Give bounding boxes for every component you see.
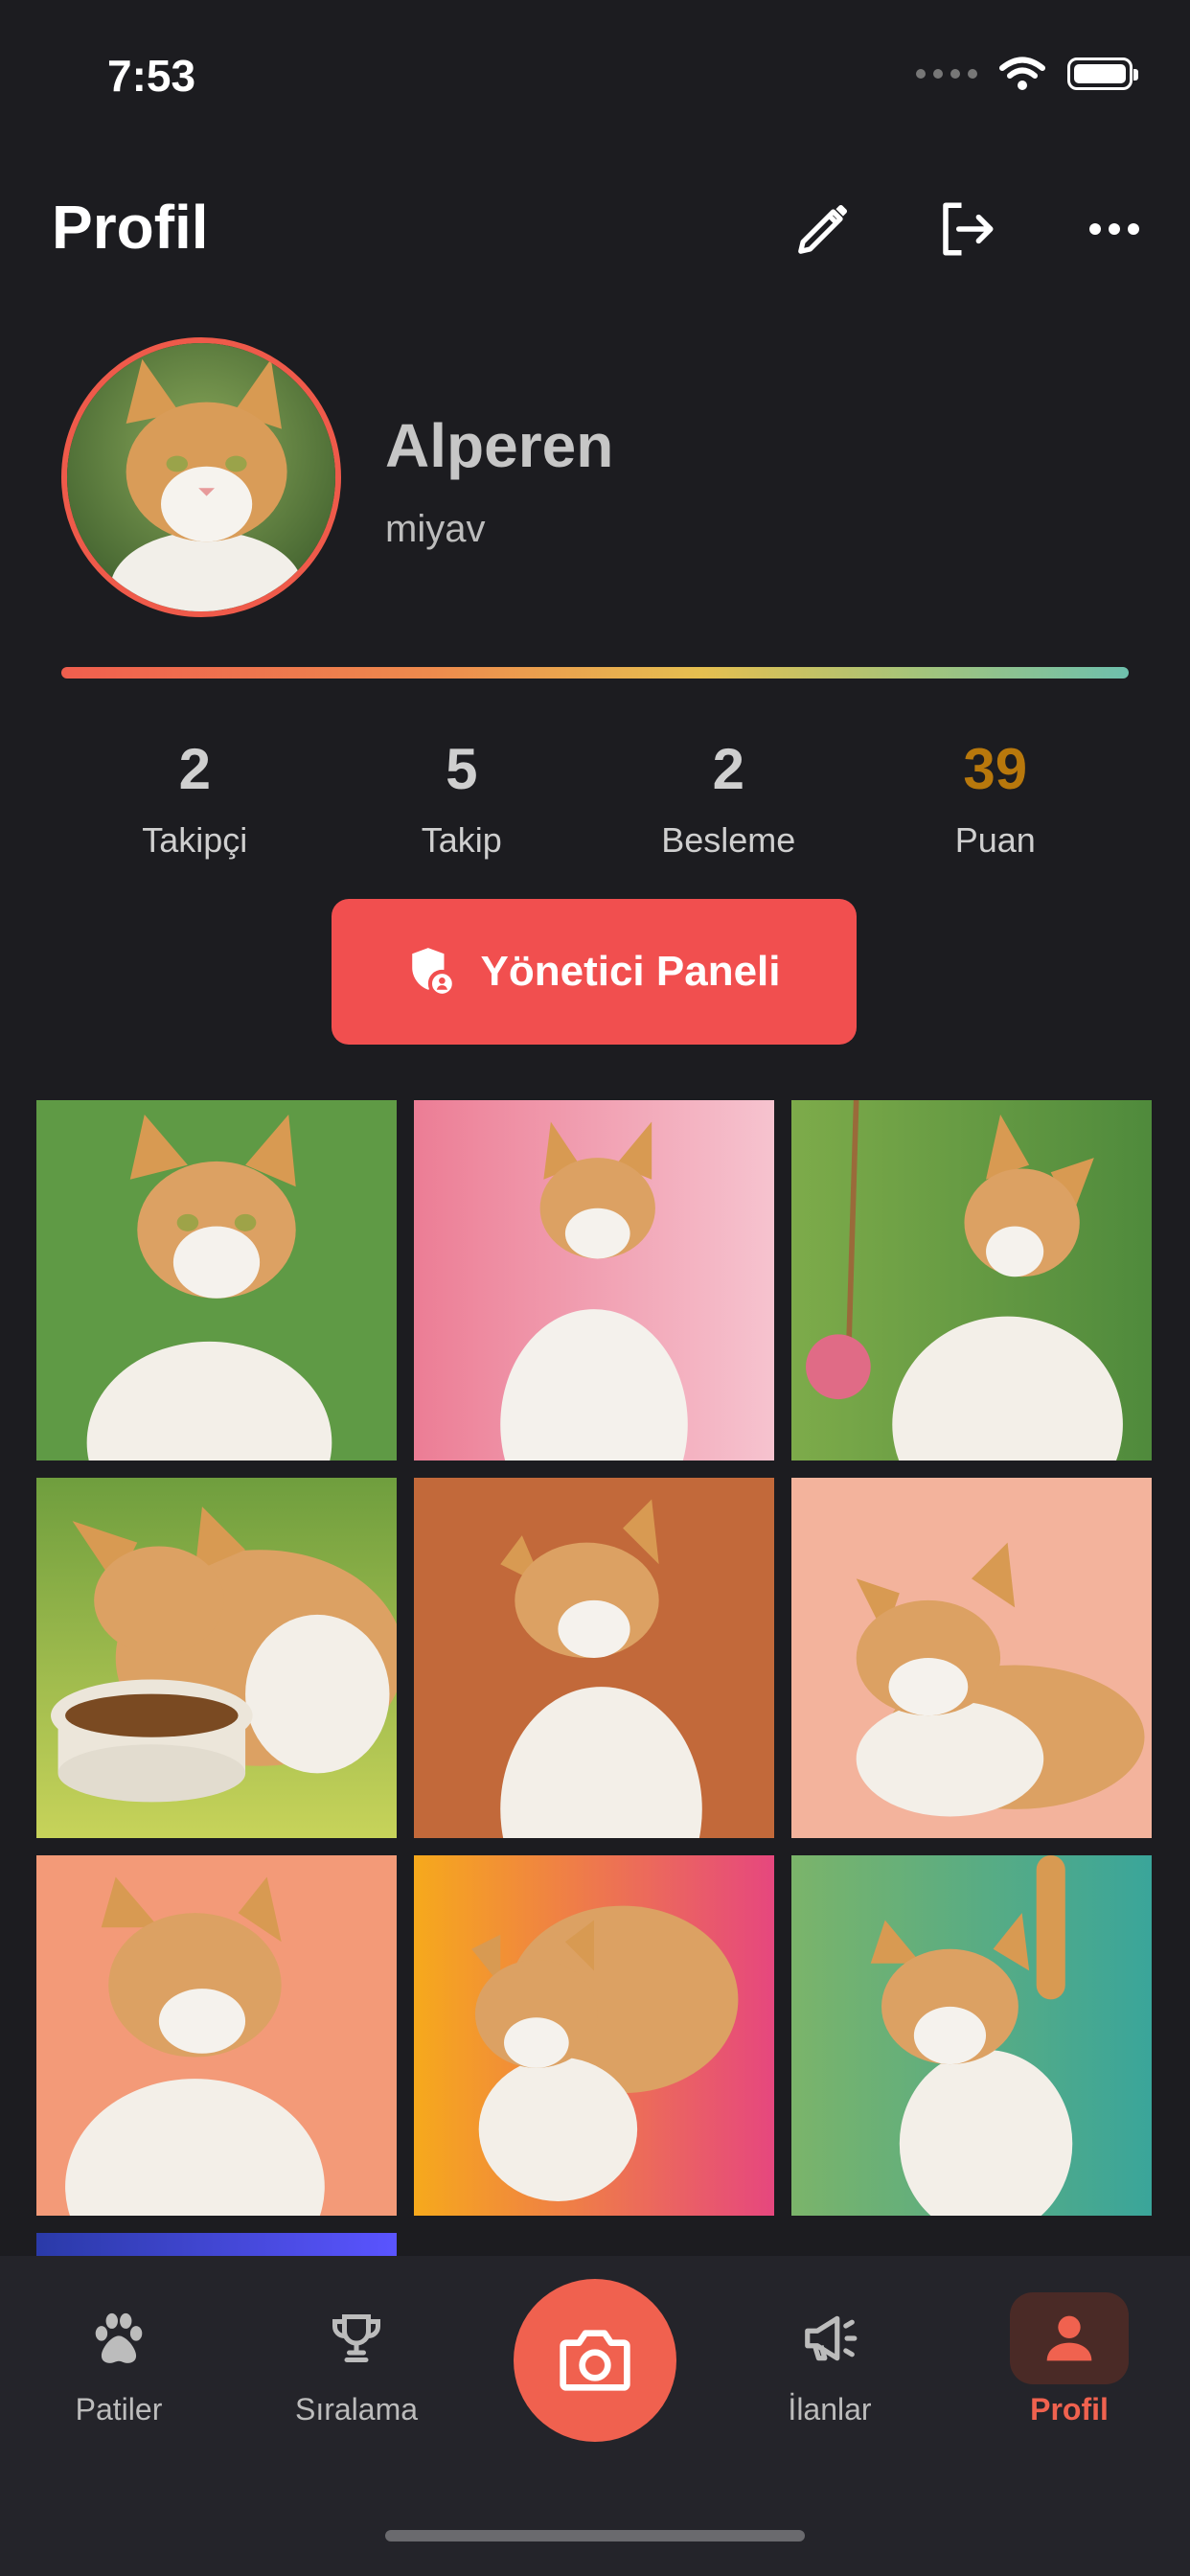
tab-siralama[interactable]: Sıralama <box>261 2300 452 2427</box>
stats-row: 2 Takipçi 5 Takip 2 Besleme 39 Puan <box>61 736 1129 861</box>
edit-button[interactable] <box>790 196 857 263</box>
tab-label: Patiler <box>75 2392 163 2426</box>
photo-tile[interactable] <box>36 1478 397 1838</box>
tab-patiler[interactable]: Patiler <box>23 2300 215 2427</box>
photo-grid <box>36 1100 1152 2216</box>
stat-label: Puan <box>954 820 1036 860</box>
level-progress-bar <box>61 667 1129 678</box>
trophy-icon <box>332 2314 380 2362</box>
photo-tile[interactable] <box>414 1855 774 2216</box>
stat-following[interactable]: 5 Takip <box>329 736 596 861</box>
stat-followers[interactable]: 2 Takipçi <box>61 736 329 861</box>
photo-tile[interactable] <box>36 1100 397 1460</box>
stat-value: 5 <box>446 737 478 801</box>
tab-label: Sıralama <box>294 2392 419 2426</box>
tab-ilanlar[interactable]: İlanlar <box>734 2300 926 2427</box>
person-icon <box>1046 2315 1092 2361</box>
camera-button[interactable] <box>514 2279 676 2442</box>
page-title: Profil <box>52 193 209 262</box>
logout-icon <box>943 202 994 256</box>
stat-value: 2 <box>712 737 744 801</box>
profile-name: Alperen <box>385 411 614 480</box>
admin-panel-button[interactable]: Yönetici Paneli <box>332 899 857 1045</box>
logout-button[interactable] <box>933 196 1000 263</box>
tab-label: İlanlar <box>788 2392 872 2426</box>
photo-tile[interactable] <box>36 2233 397 2256</box>
wifi-icon <box>999 57 1045 90</box>
megaphone-icon <box>805 2315 858 2361</box>
admin-shield-icon <box>411 948 456 998</box>
camera-icon <box>560 2330 630 2391</box>
stat-value: 39 <box>963 737 1028 801</box>
stat-value: 2 <box>178 737 211 801</box>
photo-tile[interactable] <box>414 1478 774 1838</box>
status-icons <box>916 56 1138 92</box>
stat-label: Takip <box>421 820 502 860</box>
pencil-icon <box>798 204 848 254</box>
photo-tile[interactable] <box>414 1100 774 1460</box>
photo-tile[interactable] <box>791 1100 1152 1460</box>
stat-points[interactable]: 39 Puan <box>862 736 1130 861</box>
paw-icon <box>95 2312 143 2363</box>
home-indicator[interactable] <box>385 2530 805 2542</box>
profile-bio: miyav <box>385 508 486 550</box>
signal-icon <box>916 69 977 79</box>
more-icon <box>1089 223 1139 235</box>
more-button[interactable] <box>1081 196 1148 263</box>
stat-label: Takipçi <box>142 820 248 860</box>
tab-label: Profil <box>1030 2392 1109 2426</box>
admin-panel-label: Yönetici Paneli <box>480 948 781 995</box>
tab-active-indicator <box>1010 2292 1129 2384</box>
photo-tile[interactable] <box>791 1855 1152 2216</box>
battery-icon <box>1067 58 1138 90</box>
tab-profil[interactable]: Profil <box>973 2292 1165 2427</box>
photo-tile[interactable] <box>36 1855 397 2216</box>
stat-feedings[interactable]: 2 Besleme <box>595 736 862 861</box>
photo-tile[interactable] <box>791 1478 1152 1838</box>
avatar[interactable] <box>61 337 341 617</box>
status-time: 7:53 <box>107 51 196 101</box>
stat-label: Besleme <box>661 820 796 860</box>
